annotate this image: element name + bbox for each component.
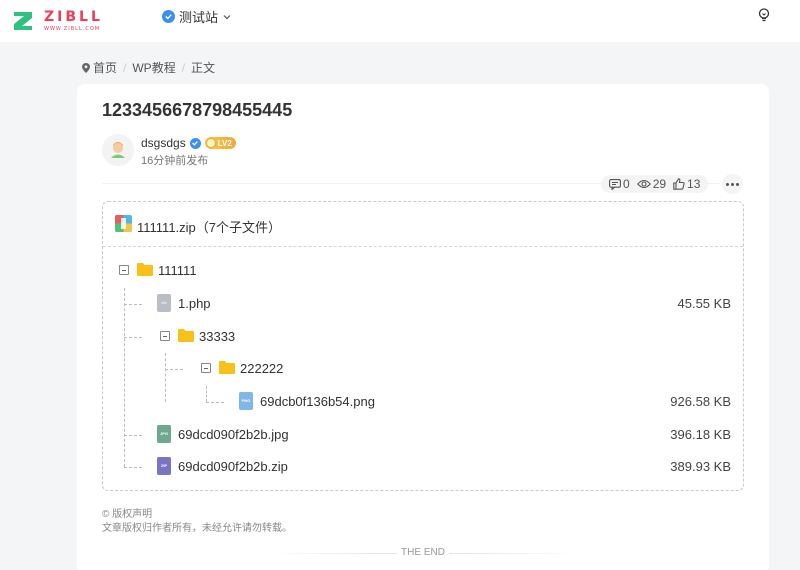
view-count-value: 29 <box>652 177 667 191</box>
post-stats: 0 29 13 <box>601 175 709 193</box>
folder-name: 33333 <box>199 329 236 344</box>
breadcrumb: 首页 / WP教程 / 正文 <box>82 59 215 76</box>
article-title: 1233456678798455445 <box>102 100 293 120</box>
breadcrumb-current: 正文 <box>191 61 216 75</box>
site-name: 测试站 <box>179 10 219 25</box>
tree-row-folder[interactable]: 33333 <box>103 327 743 347</box>
more-options-button[interactable] <box>722 174 743 194</box>
file-name: 1.php <box>178 296 211 311</box>
logo-mark-icon <box>14 12 32 30</box>
avatar-image-icon <box>102 134 134 166</box>
logo-text: ZIBLL <box>44 9 103 25</box>
comment-count[interactable]: 0 <box>609 177 630 191</box>
tree-row-folder[interactable]: 222222 <box>103 359 743 379</box>
like-count-value: 13 <box>687 177 701 191</box>
author-name[interactable]: dsgsdgs <box>141 136 186 150</box>
file-name: 69dcd090f2b2b.jpg <box>178 427 289 442</box>
verified-icon <box>189 137 201 149</box>
copyright-notice: © 版权声明 文章版权归作者所有，未经允许请勿转载。 <box>102 508 292 536</box>
file-size: 926.58 KB <box>670 394 731 409</box>
folder-icon <box>137 263 153 276</box>
file-size: 389.93 KB <box>670 459 731 474</box>
php-file-icon: </> <box>157 294 171 312</box>
breadcrumb-separator: / <box>123 60 127 75</box>
divider <box>449 553 579 554</box>
collapse-toggle-icon[interactable] <box>160 331 170 341</box>
the-end-label: THE END <box>401 547 445 558</box>
folder-name: 222222 <box>240 361 284 376</box>
tree-row-file[interactable]: JPG 69dcd090f2b2b.jpg 396.18 KB <box>103 425 743 445</box>
tree-row-file[interactable]: PNG 69dcb0f136b54.png 926.58 KB <box>103 392 743 412</box>
lightbulb-icon[interactable] <box>756 7 772 23</box>
dot-icon <box>731 182 734 186</box>
breadcrumb-home[interactable]: 首页 <box>93 59 117 76</box>
breadcrumb-category[interactable]: WP教程 <box>132 59 175 76</box>
tree-row-file[interactable]: ZIP 69dcd090f2b2b.zip 389.93 KB <box>103 457 743 477</box>
logo-subtext: WWW.ZIBLL.COM <box>44 26 101 32</box>
like-button[interactable]: 13 <box>673 177 700 191</box>
level-label: LV2 <box>217 138 232 148</box>
folder-name: 111111 <box>158 263 197 278</box>
file-name: 69dcb0f136b54.png <box>260 394 375 409</box>
jpg-file-icon: JPG <box>157 425 171 443</box>
top-navbar: ZIBLL WWW.ZIBLL.COM 测试站 <box>0 0 800 42</box>
collapse-toggle-icon[interactable] <box>119 265 129 275</box>
comment-icon <box>609 178 621 190</box>
avatar[interactable] <box>102 134 134 166</box>
dot-icon <box>726 182 729 186</box>
publish-time: 16分钟前发布 <box>141 155 209 167</box>
eye-icon <box>636 179 651 189</box>
chevron-down-icon <box>223 14 231 19</box>
view-count: 29 <box>636 177 667 191</box>
comment-count-value: 0 <box>623 177 630 191</box>
copyright-heading: © 版权声明 <box>102 509 153 520</box>
zip-file-preview: 111111.zip（7个子文件） 111111 </> 1.php 45.55… <box>102 201 744 491</box>
tree-row-file[interactable]: </> 1.php 45.55 KB <box>103 294 743 314</box>
file-size: 45.55 KB <box>677 296 732 311</box>
tree-row-folder[interactable]: 111111 <box>103 261 743 281</box>
zip-file-icon: ZIP <box>157 457 171 475</box>
thumbs-up-icon <box>673 178 685 190</box>
location-pin-icon <box>82 62 90 73</box>
folder-icon <box>219 361 235 374</box>
collapse-toggle-icon[interactable] <box>201 363 211 373</box>
file-name: 69dcd090f2b2b.zip <box>178 459 288 474</box>
breadcrumb-separator: / <box>181 60 186 75</box>
file-size: 396.18 KB <box>670 427 731 442</box>
zip-file-title: 111111.zip（7个子文件） <box>137 220 282 235</box>
dot-icon <box>736 182 739 186</box>
png-file-icon: PNG <box>239 392 253 410</box>
copyright-text: 文章版权归作者所有，未经允许请勿转载。 <box>102 523 292 534</box>
archive-icon <box>115 215 132 232</box>
zip-file-header: 111111.zip（7个子文件） <box>103 202 743 247</box>
level-badge: LV2 <box>204 137 236 149</box>
coin-icon <box>205 138 216 148</box>
site-logo[interactable]: ZIBLL WWW.ZIBLL.COM <box>12 8 112 36</box>
author-info: dsgsdgs LV2 <box>141 136 236 150</box>
site-switcher[interactable]: 测试站 <box>162 7 232 26</box>
folder-icon <box>178 329 194 342</box>
verified-icon <box>162 10 175 23</box>
article-card: 1233456678798455445 dsgsdgs LV2 16分钟前发布 … <box>77 84 769 570</box>
